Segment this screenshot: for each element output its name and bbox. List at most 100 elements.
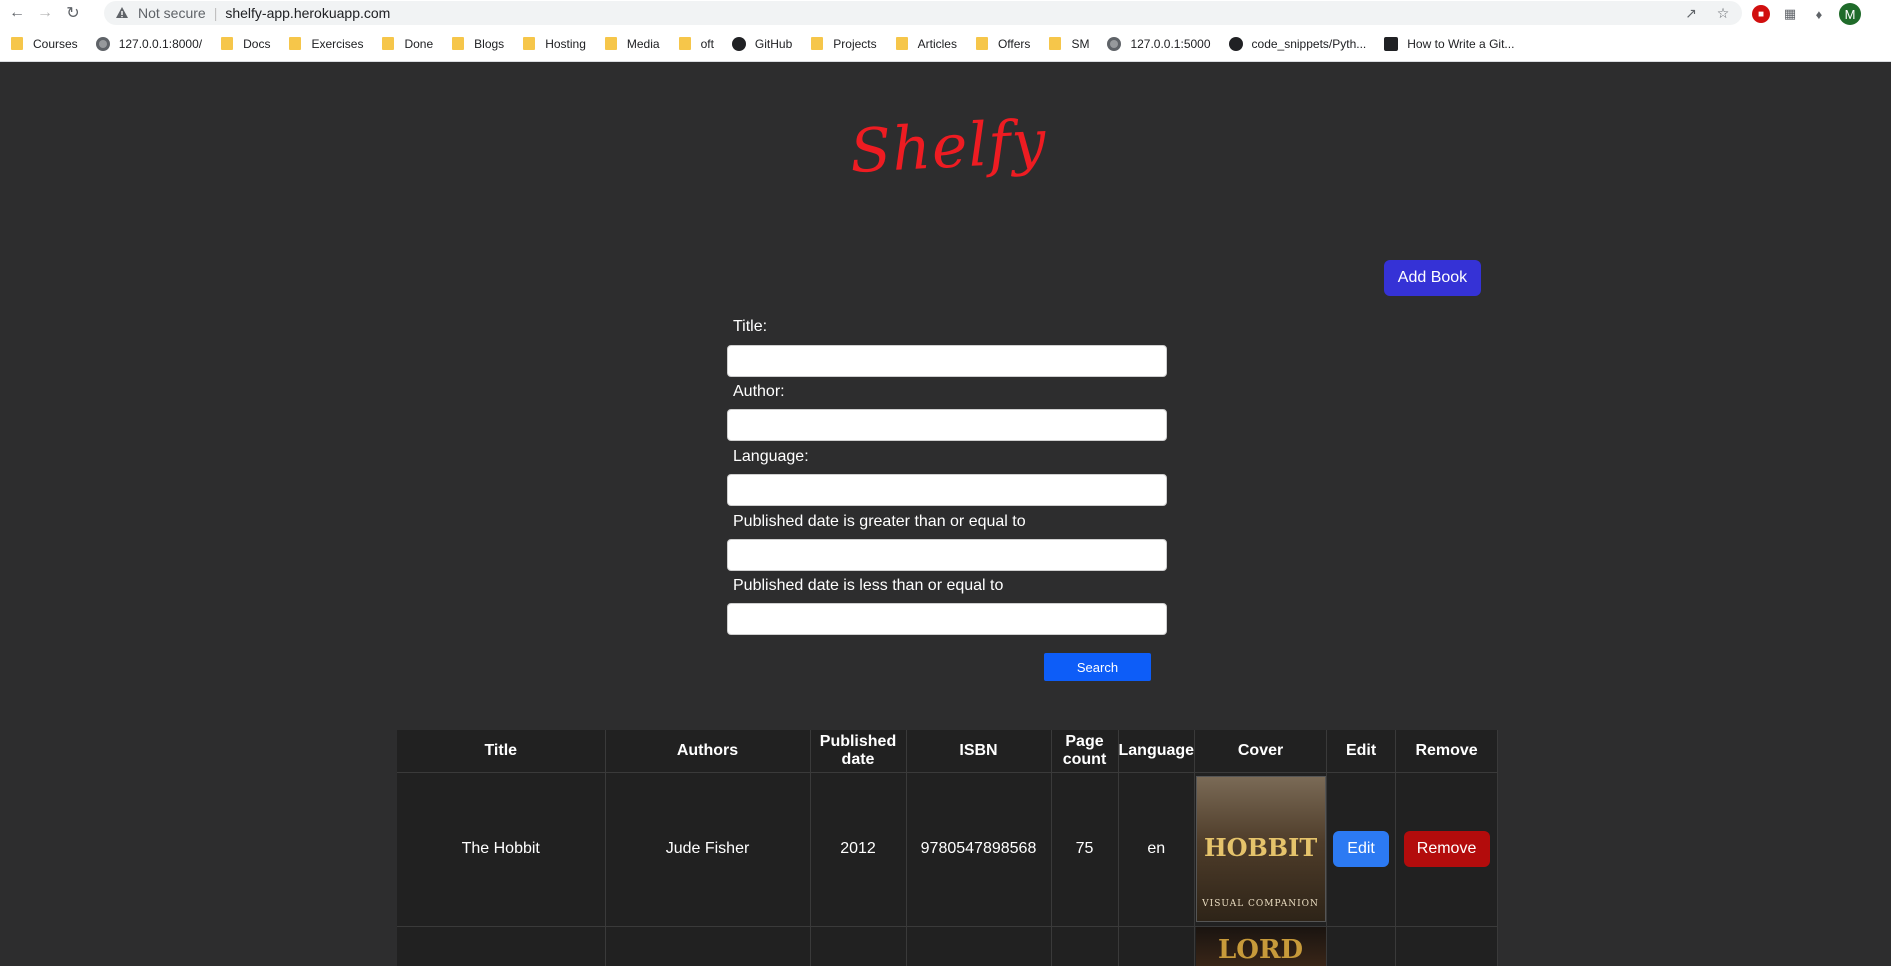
folder-icon — [220, 37, 234, 51]
table-row: The Hobbit Jude Fisher 2012 978054789856… — [397, 772, 1499, 927]
cell-edit — [1326, 926, 1397, 966]
header-page-line2: count — [1062, 750, 1107, 768]
bookmark-item[interactable]: code_snippets/Pyth... — [1228, 36, 1367, 51]
extensions-puzzle-icon[interactable]: ♦ — [1810, 5, 1828, 23]
bookmark-item[interactable]: Blogs — [451, 37, 504, 51]
bookmark-label: Blogs — [474, 36, 505, 51]
bookmark-label: Projects — [833, 36, 877, 51]
header-published-date: Published date — [810, 730, 907, 773]
bookmark-item[interactable]: Done — [381, 37, 433, 51]
bookmark-item[interactable]: How to Write a Git... — [1384, 36, 1515, 51]
header-published-line1: Published — [819, 732, 897, 750]
bookmark-item[interactable]: Projects — [810, 36, 877, 51]
table-header-row: Title Authors Published date ISBN Page c… — [397, 730, 1499, 773]
cell-remove — [1395, 926, 1499, 966]
profile-avatar[interactable]: M — [1839, 3, 1861, 25]
date-from-input[interactable] — [727, 539, 1167, 571]
books-table: Title Authors Published date ISBN Page c… — [397, 730, 1499, 966]
reader-extension-icon[interactable]: ▦ — [1781, 5, 1799, 23]
bookmark-item[interactable]: Articles — [895, 37, 957, 51]
search-button[interactable]: Search — [1044, 653, 1151, 681]
cell-pages — [1051, 926, 1119, 966]
bookmark-item[interactable]: Courses — [10, 37, 78, 51]
bookmark-item[interactable]: Offers — [975, 37, 1030, 51]
folder-icon — [522, 37, 536, 51]
header-page-line1: Page — [1065, 732, 1104, 750]
folder-icon — [975, 37, 989, 51]
folder-icon — [604, 37, 618, 51]
author-input[interactable] — [727, 409, 1167, 441]
table-row: LORD — [397, 926, 1499, 966]
app-logo[interactable]: Shelfy — [848, 107, 1048, 187]
warning-icon[interactable] — [114, 5, 130, 21]
folder-icon — [10, 37, 24, 51]
folder-icon — [451, 37, 465, 51]
github-icon — [731, 36, 746, 51]
cell-pages: 75 — [1051, 772, 1119, 927]
globe-icon — [1107, 36, 1122, 51]
edit-button[interactable]: Edit — [1333, 831, 1390, 867]
cell-isbn: 9780547898568 — [906, 772, 1052, 927]
bookmark-label: oft — [700, 36, 714, 51]
github-icon — [1228, 36, 1243, 51]
bookmark-label: How to Write a Git... — [1407, 36, 1515, 51]
address-bar[interactable]: Not secure | shelfy-app.herokuapp.com ↗ … — [104, 1, 1742, 25]
bookmark-star-icon[interactable]: ☆ — [1714, 4, 1732, 22]
language-label: Language: — [733, 448, 809, 465]
cover-title-text: HOBBIT — [1203, 833, 1318, 862]
date-from-label: Published date is greater than or equal … — [733, 513, 1026, 530]
bookmark-label: Done — [404, 36, 434, 51]
cell-edit: Edit — [1326, 772, 1397, 927]
title-input[interactable] — [727, 345, 1167, 377]
bookmark-item[interactable]: Media — [604, 37, 660, 51]
dev-icon — [1384, 36, 1399, 51]
folder-icon — [895, 37, 909, 51]
cell-published: 2012 — [810, 772, 907, 927]
url-text[interactable]: shelfy-app.herokuapp.com — [225, 5, 390, 21]
cell-published — [810, 926, 907, 966]
date-to-label: Published date is less than or equal to — [733, 577, 1004, 594]
bookmark-label: Courses — [33, 36, 78, 51]
bookmarks-bar: Courses 127.0.0.1:8000/Docs Exercises Done B… — [0, 26, 1891, 62]
header-published-line2: date — [841, 750, 875, 768]
bookmark-item[interactable]: oft — [678, 37, 714, 51]
security-status[interactable]: Not secure — [138, 5, 206, 21]
header-language: Language — [1118, 730, 1196, 773]
bookmark-label: 127.0.0.1:5000 — [1130, 36, 1211, 51]
cell-title — [397, 926, 606, 966]
back-icon[interactable]: ← — [6, 2, 28, 24]
globe-icon — [95, 36, 110, 51]
adblock-extension-icon[interactable]: ■ — [1752, 5, 1770, 23]
language-input[interactable] — [727, 474, 1167, 506]
header-authors: Authors — [605, 730, 811, 773]
folder-icon — [1048, 37, 1062, 51]
page-content: Shelfy Add Book Title: Author: Language:… — [0, 62, 1891, 966]
bookmark-label: GitHub — [754, 36, 793, 51]
cell-cover: LORD — [1194, 926, 1328, 966]
bookmark-item[interactable]: GitHub — [731, 36, 793, 51]
date-to-input[interactable] — [727, 603, 1167, 635]
bookmark-item[interactable]: 127.0.0.1:8000/ — [95, 36, 203, 51]
bookmark-item[interactable]: SM — [1048, 37, 1089, 51]
remove-button[interactable]: Remove — [1403, 831, 1490, 867]
folder-icon — [810, 37, 824, 51]
bookmark-item[interactable]: Exercises — [288, 37, 363, 51]
book-cover-image: HOBBIT VISUAL COMPANION — [1195, 776, 1326, 922]
bookmark-item[interactable]: 127.0.0.1:5000 — [1107, 36, 1211, 51]
header-cover: Cover — [1194, 730, 1328, 773]
bookmark-label: code_snippets/Pyth... — [1251, 36, 1367, 51]
browser-toolbar: ← → ↻ Not secure | shelfy-app.herokuapp.… — [0, 0, 1891, 26]
url-separator: | — [213, 5, 218, 21]
cell-authors — [605, 926, 811, 966]
cell-title: The Hobbit — [397, 772, 606, 927]
bookmark-item[interactable]: Docs — [220, 37, 270, 51]
share-icon[interactable]: ↗ — [1682, 4, 1700, 22]
reload-icon[interactable]: ↻ — [62, 2, 84, 24]
bookmark-item[interactable]: Hosting — [522, 37, 586, 51]
forward-icon[interactable]: → — [34, 2, 56, 24]
header-remove: Remove — [1395, 730, 1499, 773]
add-book-button[interactable]: Add Book — [1384, 260, 1481, 296]
bookmark-label: 127.0.0.1:8000/ — [118, 36, 203, 51]
header-page-count: Page count — [1051, 730, 1119, 773]
cell-authors: Jude Fisher — [605, 772, 811, 927]
